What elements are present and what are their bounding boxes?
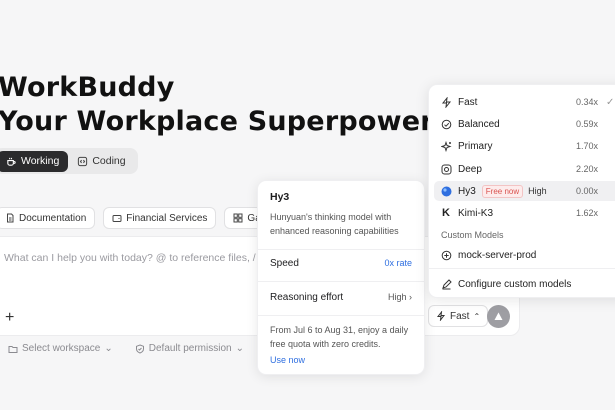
model-option-fast[interactable]: Fast 0.34x ✓ (434, 92, 615, 112)
model-option-name: Kimi-K3 (458, 207, 494, 219)
model-option-multiplier: 1.70x (576, 141, 599, 151)
deep-icon (441, 164, 451, 174)
suggestion-chips: Documentation Financial Services Gaokao (0, 207, 292, 229)
mode-coding-button[interactable]: Coding (68, 151, 134, 172)
model-menu: Fast 0.34x ✓ Balanced 0.59x Primary 1.70… (428, 84, 615, 298)
model-option-name: Deep (458, 163, 482, 175)
speed-value: 0x rate (384, 258, 412, 268)
reasoning-effort-label: Reasoning effort (270, 292, 344, 303)
plus-circle-icon (441, 250, 451, 260)
model-option-multiplier: 1.62x (576, 208, 599, 218)
select-workspace-button[interactable]: Select workspace ⌄ (8, 343, 113, 354)
model-option-name: Balanced (458, 118, 500, 130)
pencil-icon (441, 278, 452, 289)
check-icon: ✓ (606, 96, 615, 108)
reasoning-effort-row[interactable]: Reasoning effort High › (270, 292, 412, 303)
divider (258, 249, 424, 250)
folder-icon (8, 345, 18, 353)
mode-working-button[interactable]: Working (0, 150, 69, 172)
hy3-logo-icon (441, 186, 451, 196)
divider (258, 281, 424, 282)
use-now-link[interactable]: Use now (270, 355, 305, 365)
workspace-chevron-icon: ⌄ (104, 343, 113, 354)
add-attachment-button[interactable]: + (5, 309, 14, 327)
model-option-kimi-k3[interactable]: K Kimi-K3 1.62x (434, 203, 615, 223)
lightning-icon (441, 96, 451, 108)
hero-title-line2: Your Workplace Superpower (0, 106, 434, 137)
info-card-title: Hy3 (270, 191, 290, 203)
model-option-multiplier: 0.00x (576, 186, 599, 196)
model-option-multiplier: 0.34x (576, 97, 599, 107)
configure-custom-models-button[interactable]: Configure custom models (434, 274, 615, 294)
hero-title-line1: WorkBuddy (0, 72, 175, 103)
free-now-badge: Free now (481, 184, 524, 198)
model-option-name: Primary (458, 140, 493, 152)
reasoning-level: High (528, 186, 547, 196)
bottom-bar: Select workspace ⌄ Default permission ⌄ (8, 343, 244, 354)
chip-financial-services[interactable]: Financial Services (103, 207, 217, 229)
info-card-description: Hunyuan's thinking model with enhanced r… (270, 212, 399, 236)
model-option-mock-server-prod[interactable]: mock-server-prod (434, 245, 615, 265)
configure-label: Configure custom models (458, 278, 572, 290)
model-option-name: Fast (458, 96, 478, 108)
speed-label: Speed (270, 258, 299, 269)
balance-check-icon (441, 119, 451, 129)
wallet-icon (112, 215, 122, 222)
send-button[interactable] (487, 305, 510, 328)
select-workspace-label: Select workspace (22, 343, 101, 354)
code-icon (78, 156, 88, 166)
model-option-multiplier: 2.20x (576, 164, 599, 174)
chevron-up-icon: ⌃ (473, 311, 481, 321)
grid-icon (233, 213, 243, 223)
divider (258, 315, 424, 316)
cup-icon (7, 157, 16, 166)
promo-note: From Jul 6 to Aug 31, enjoy a daily free… (270, 325, 409, 349)
mode-working-label: Working (21, 155, 60, 167)
sparkle-icon (440, 140, 452, 152)
document-icon (7, 213, 14, 223)
custom-model-name: mock-server-prod (458, 249, 537, 261)
model-selector-label: Fast (450, 310, 470, 322)
model-option-multiplier: 0.59x (576, 119, 599, 129)
model-selector-button[interactable]: Fast ⌃ (428, 305, 489, 327)
permission-button[interactable]: Default permission ⌄ (135, 343, 244, 354)
mode-toggle: Working Coding (0, 148, 138, 174)
model-option-deep[interactable]: Deep 2.20x (434, 159, 615, 179)
model-option-primary[interactable]: Primary 1.70x (434, 136, 615, 156)
chip-documentation[interactable]: Documentation (0, 207, 96, 229)
prompt-placeholder: What can I help you with today? @ to ref… (4, 252, 268, 264)
custom-models-heading: Custom Models (441, 230, 504, 240)
divider (429, 268, 615, 269)
shield-check-icon (135, 343, 144, 354)
lightning-icon (436, 311, 446, 321)
kimi-logo-icon: K (442, 207, 450, 219)
model-option-hy3[interactable]: Hy3 Free now High 0.00x (434, 181, 615, 201)
chip-documentation-label: Documentation (19, 212, 87, 224)
arrow-up-icon (494, 312, 503, 320)
speed-row: Speed 0x rate (270, 258, 412, 269)
model-option-balanced[interactable]: Balanced 0.59x (434, 114, 615, 134)
permission-label: Default permission (148, 343, 232, 354)
model-info-card: Hy3 Hunyuan's thinking model with enhanc… (257, 180, 425, 375)
permission-chevron-icon: ⌄ (235, 343, 244, 354)
chip-financial-services-label: Financial Services (126, 212, 208, 224)
chevron-right-icon: › (409, 292, 412, 302)
reasoning-effort-value: High › (387, 292, 412, 302)
model-option-name: Hy3 (458, 185, 476, 197)
mode-coding-label: Coding (92, 155, 126, 167)
